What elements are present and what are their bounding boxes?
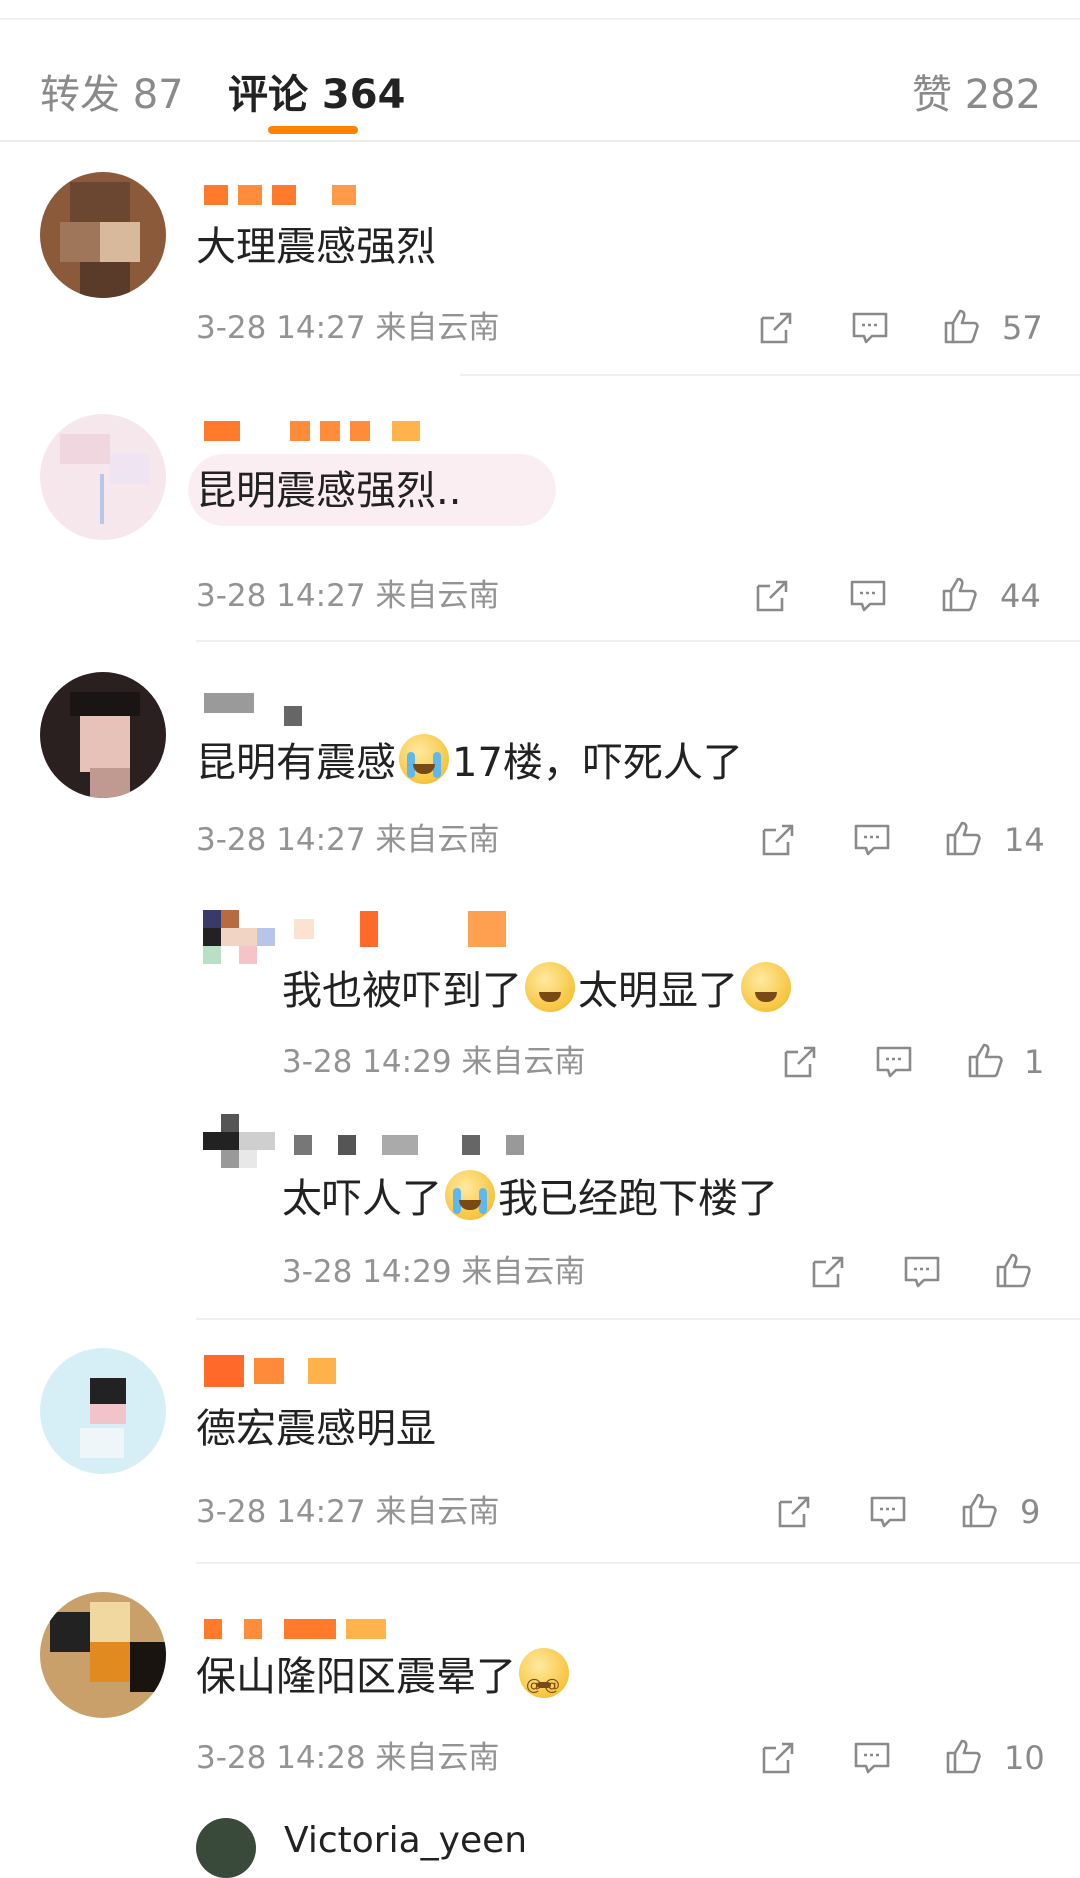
- reply-icon[interactable]: [868, 1492, 908, 1532]
- comment-meta: 3-28 14:27 来自云南: [196, 822, 500, 858]
- like-icon[interactable]: [960, 1490, 1000, 1530]
- username-redacted[interactable]: [204, 1614, 386, 1644]
- reply-icon[interactable]: [850, 308, 890, 348]
- avatar[interactable]: [196, 1818, 256, 1878]
- comment-meta: 3-28 14:27 来自云南: [196, 578, 500, 614]
- comment-meta: 3-28 14:27 来自云南: [196, 1494, 500, 1530]
- reply-icon[interactable]: [902, 1252, 942, 1292]
- comment-text: 保山隆阳区震晕了: [196, 1648, 572, 1712]
- like-icon[interactable]: [944, 818, 984, 858]
- divider: [196, 1562, 1080, 1564]
- like-count: 10: [1004, 1739, 1045, 1777]
- avatar[interactable]: [203, 1114, 277, 1188]
- reply-icon[interactable]: [852, 820, 892, 860]
- username-redacted[interactable]: [204, 180, 356, 210]
- divider: [196, 640, 1080, 642]
- tab-comments[interactable]: 评论 364: [228, 70, 405, 120]
- laugh-cry-emoji: [741, 962, 791, 1012]
- comment-text: 德宏震感明显: [196, 1406, 436, 1452]
- like-count: 9: [1020, 1493, 1041, 1531]
- laugh-cry-emoji: [525, 962, 575, 1012]
- tab-likes[interactable]: 赞 282: [912, 70, 1041, 120]
- repost-icon[interactable]: [780, 1042, 820, 1082]
- active-tab-indicator: [268, 126, 358, 134]
- like-icon[interactable]: [944, 1736, 984, 1776]
- repost-icon[interactable]: [808, 1252, 848, 1292]
- avatar[interactable]: [40, 1348, 166, 1474]
- comment-text: 昆明有震感 17楼，吓死人了: [196, 734, 743, 790]
- username-redacted[interactable]: [204, 416, 420, 446]
- divider: [196, 1318, 1080, 1320]
- username-redacted[interactable]: [204, 1355, 336, 1387]
- like-count: 1: [1024, 1043, 1045, 1081]
- comment-text: 大理震感强烈: [196, 224, 436, 270]
- like-count: 14: [1004, 821, 1045, 859]
- reply-text: 我也被吓到了 太明显了: [282, 962, 794, 1018]
- comment-text: 昆明震感强烈..: [196, 468, 462, 514]
- repost-icon[interactable]: [756, 308, 796, 348]
- username-redacted[interactable]: [294, 911, 506, 947]
- repost-icon[interactable]: [758, 1738, 798, 1778]
- repost-icon[interactable]: [752, 576, 792, 616]
- username[interactable]: Victoria_yeen: [284, 1814, 527, 1868]
- repost-icon[interactable]: [774, 1492, 814, 1532]
- dizzy-emoji: [519, 1648, 569, 1712]
- reply-text: 太吓人了 我已经跑下楼了: [282, 1170, 778, 1226]
- avatar[interactable]: [203, 910, 277, 984]
- reply-icon[interactable]: [874, 1042, 914, 1082]
- username-redacted[interactable]: [294, 1130, 524, 1160]
- reply-meta: 3-28 14:29 来自云南: [282, 1254, 586, 1290]
- tab-bar: 转发 87 评论 364 赞 282: [0, 20, 1080, 142]
- avatar[interactable]: [40, 414, 166, 540]
- like-icon[interactable]: [994, 1250, 1034, 1290]
- reply-icon[interactable]: [852, 1738, 892, 1778]
- like-count: 44: [1000, 577, 1041, 615]
- avatar[interactable]: [40, 172, 166, 298]
- reply-icon[interactable]: [848, 576, 888, 616]
- avatar[interactable]: [40, 1592, 166, 1718]
- avatar[interactable]: [40, 672, 166, 798]
- like-icon[interactable]: [942, 306, 982, 346]
- comment-meta: 3-28 14:28 来自云南: [196, 1740, 500, 1776]
- reply-meta: 3-28 14:29 来自云南: [282, 1044, 586, 1080]
- tab-repost[interactable]: 转发 87: [40, 70, 184, 120]
- username-redacted[interactable]: [204, 688, 302, 726]
- divider: [460, 374, 1080, 376]
- like-icon[interactable]: [966, 1040, 1006, 1080]
- comment-meta: 3-28 14:27 来自云南: [196, 310, 500, 346]
- repost-icon[interactable]: [758, 820, 798, 860]
- cry-emoji: [445, 1170, 495, 1220]
- like-count: 57: [1002, 309, 1043, 347]
- like-icon[interactable]: [940, 574, 980, 614]
- cry-emoji: [399, 734, 449, 784]
